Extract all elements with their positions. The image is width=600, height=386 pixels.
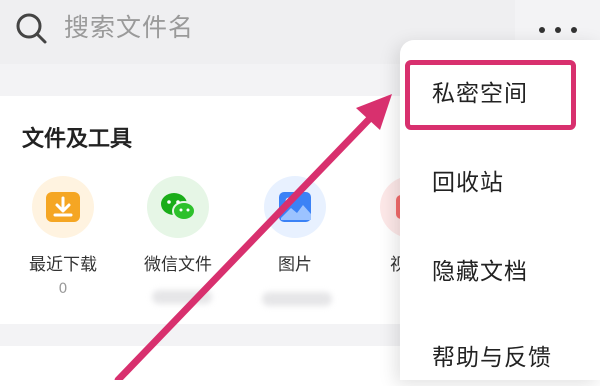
wechat-icon <box>147 176 209 238</box>
section-title: 文件及工具 <box>22 127 133 152</box>
menu-item-hidden-docs[interactable]: 隐藏文档 <box>432 257 528 287</box>
menu-item-recycle-bin[interactable]: 回收站 <box>432 168 504 198</box>
blurred-count <box>152 290 212 304</box>
search-placeholder: 搜索文件名 <box>64 13 195 42</box>
search-icon <box>16 13 47 44</box>
blurred-count <box>262 292 332 306</box>
tool-label: 最近下载 <box>29 255 97 275</box>
highlight-box <box>405 60 576 130</box>
tool-label: 图片 <box>278 255 312 275</box>
menu-item-help-feedback[interactable]: 帮助与反馈 <box>432 343 552 373</box>
download-icon <box>32 176 94 238</box>
tool-images[interactable]: 图片 <box>252 176 338 276</box>
image-icon <box>264 176 326 238</box>
tool-count: 0 <box>58 281 68 297</box>
tool-wechat-files[interactable]: 微信文件 <box>135 176 221 276</box>
more-dots-icon[interactable] <box>536 18 580 42</box>
tool-recent-downloads[interactable]: 最近下载 0 <box>20 176 106 298</box>
tool-label: 微信文件 <box>144 255 212 275</box>
